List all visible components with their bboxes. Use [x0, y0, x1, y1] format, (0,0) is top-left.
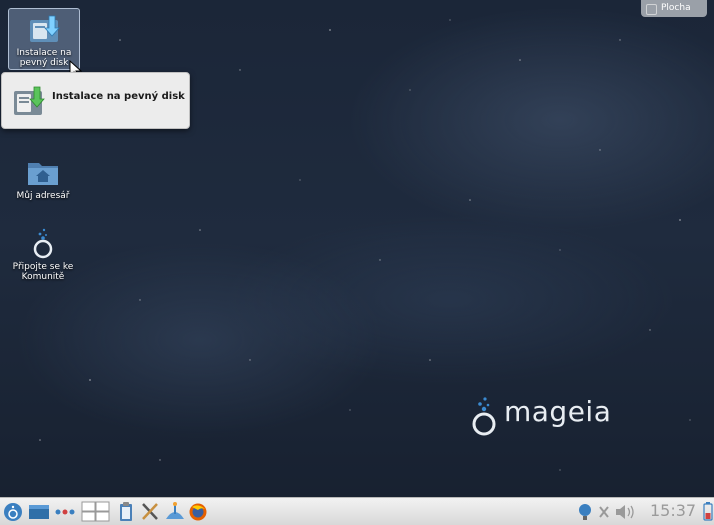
x-icon[interactable] [597, 501, 611, 522]
settings-tools-icon[interactable] [140, 501, 160, 522]
volume-icon[interactable] [614, 501, 636, 522]
mageia-menu-icon[interactable] [3, 501, 23, 522]
icon-tooltip: Instalace na pevný disk [1, 72, 190, 129]
desktop-toolbox-label: Plocha [661, 3, 691, 13]
mageia-brand-text: mageia [504, 395, 612, 428]
desktop-icon-label: Můj adresář [16, 191, 70, 201]
desktop-icon-home[interactable]: Můj adresář [8, 155, 78, 201]
pager-icon[interactable] [81, 501, 111, 522]
mageia-logo: mageia [470, 393, 630, 441]
show-desktop-icon[interactable] [28, 501, 50, 522]
desktop-icon-community[interactable]: Připojte se ke Komunitě [8, 226, 78, 282]
activities-icon[interactable] [54, 501, 76, 522]
mageia-cauldron-icon [472, 397, 496, 436]
install-disk-icon [30, 15, 60, 42]
software-installer-icon[interactable] [164, 501, 186, 522]
install-disk-icon [14, 86, 45, 115]
desktop-toolbox-button[interactable]: Plocha [641, 0, 707, 17]
desktop-icon-label: Instalace na pevný disk [16, 48, 72, 68]
battery-icon[interactable] [702, 501, 714, 522]
clipboard-icon[interactable] [117, 501, 135, 522]
mageia-community-icon [33, 228, 53, 259]
desktop-toolbox-icon [646, 4, 657, 15]
clock[interactable]: 15:37 [650, 501, 696, 520]
home-folder-icon [28, 163, 58, 185]
taskbar: 15:37 [0, 497, 714, 525]
firefox-icon[interactable] [188, 501, 208, 522]
desktop-icon-label: Připojte se ke Komunitě [12, 262, 74, 282]
tooltip-text: Instalace na pevný disk [52, 91, 185, 102]
network-icon[interactable] [577, 501, 593, 522]
